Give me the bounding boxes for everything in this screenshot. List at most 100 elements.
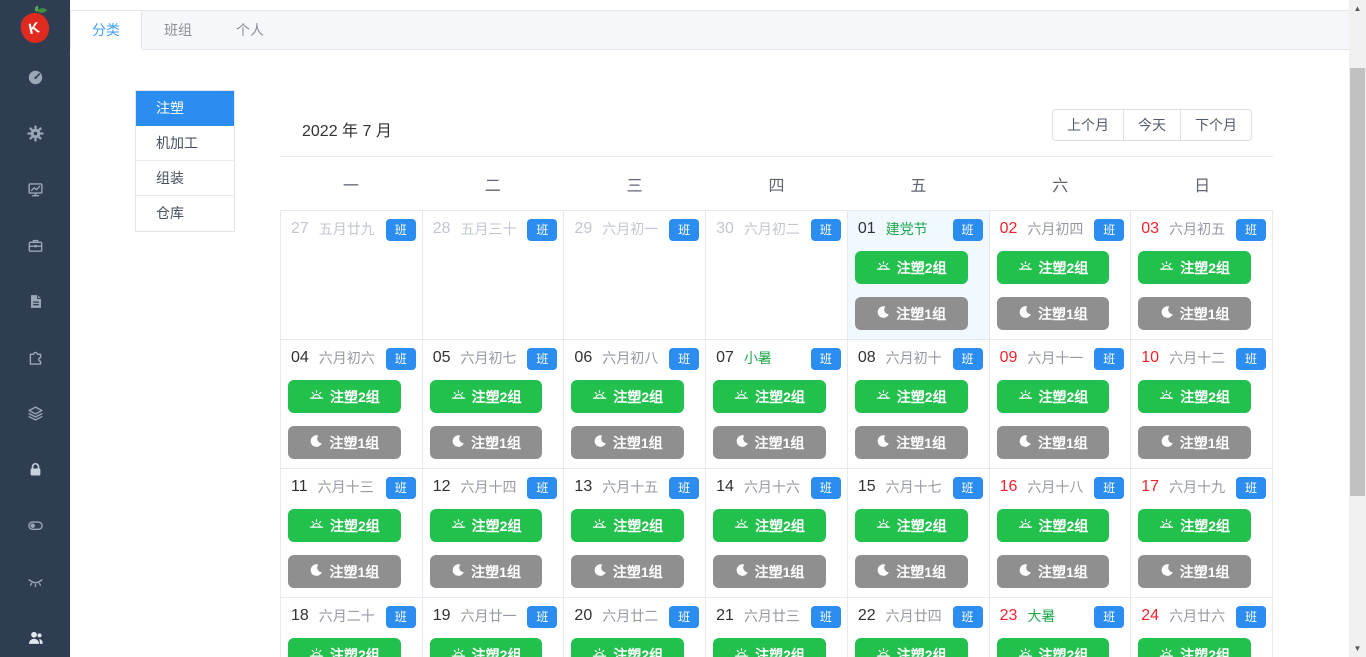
scrollbar[interactable]: ▲ ▼ (1349, 0, 1366, 657)
day-shift-button[interactable]: 注塑2组 (996, 251, 1110, 284)
shift-status-badge[interactable]: 班 (952, 606, 983, 628)
category-item-2[interactable]: 组装 (136, 161, 234, 196)
day-shift-button[interactable]: 注塑2组 (854, 509, 968, 542)
sidebar-item-briefcase[interactable] (0, 220, 70, 276)
sidebar-item-document[interactable] (0, 276, 70, 332)
day-cell-14[interactable]: 14 六月十六班注塑2组 注塑1组 (706, 469, 848, 598)
day-cell-01[interactable]: 01 建党节 班注塑2组 注塑1组 (847, 211, 990, 340)
day-shift-button[interactable]: 注塑2组 (713, 638, 826, 657)
day-shift-button[interactable]: 注塑2组 (713, 380, 826, 413)
night-shift-button[interactable]: 注塑1组 (996, 297, 1110, 330)
category-item-3[interactable]: 仓库 (136, 196, 234, 231)
sidebar-item-lock[interactable] (0, 444, 70, 500)
scrollbar-thumb[interactable] (1350, 68, 1365, 496)
shift-status-badge[interactable]: 班 (385, 606, 416, 628)
shift-status-badge[interactable]: 班 (527, 219, 558, 241)
night-shift-button[interactable]: 注塑1组 (1138, 297, 1251, 330)
day-cell-17[interactable]: 17 六月十九班注塑2组 注塑1组 (1131, 469, 1273, 598)
day-shift-button[interactable]: 注塑2组 (1138, 251, 1251, 284)
night-shift-button[interactable]: 注塑1组 (288, 426, 401, 459)
sidebar-item-eye-closed[interactable] (0, 556, 70, 612)
day-shift-button[interactable]: 注塑2组 (854, 638, 968, 657)
sidebar-item-layers[interactable] (0, 388, 70, 444)
day-cell-23[interactable]: 23大暑班注塑2组注塑1组 (989, 598, 1132, 657)
day-cell-13[interactable]: 13 六月十五班注塑2组 注塑1组 (564, 469, 707, 598)
day-shift-button[interactable]: 注塑2组 (429, 509, 543, 542)
next-month-button[interactable]: 下个月 (1180, 109, 1252, 141)
day-cell-10[interactable]: 10 六月十二班注塑2组 注塑1组 (1131, 340, 1273, 469)
shift-status-badge[interactable]: 班 (952, 219, 983, 241)
day-cell-07[interactable]: 07 小暑 班注塑2组 注塑1组 (706, 340, 848, 469)
shift-status-badge[interactable]: 班 (385, 348, 416, 370)
day-shift-button[interactable]: 注塑2组 (288, 509, 401, 542)
day-shift-button[interactable]: 注塑2组 (571, 638, 685, 657)
shift-status-badge[interactable]: 班 (1235, 606, 1266, 628)
shift-status-badge[interactable]: 班 (810, 348, 841, 370)
shift-status-badge[interactable]: 班 (1094, 348, 1125, 370)
shift-status-badge[interactable]: 班 (527, 606, 558, 628)
category-item-1[interactable]: 机加工 (136, 126, 234, 161)
shift-status-badge[interactable]: 班 (1094, 477, 1125, 499)
shift-status-badge[interactable]: 班 (1235, 477, 1266, 499)
day-cell-11[interactable]: 11 六月十三班注塑2组 注塑1组 (281, 469, 423, 598)
night-shift-button[interactable]: 注塑1组 (571, 426, 685, 459)
night-shift-button[interactable]: 注塑1组 (854, 426, 968, 459)
day-shift-button[interactable]: 注塑2组 (996, 380, 1110, 413)
day-shift-button[interactable]: 注塑2组 (1138, 509, 1251, 542)
day-shift-button[interactable]: 注塑2组 (288, 380, 401, 413)
day-cell-27[interactable]: 27 五月廿九班 (281, 211, 423, 340)
shift-status-badge[interactable]: 班 (385, 219, 416, 241)
shift-status-badge[interactable]: 班 (385, 477, 416, 499)
night-shift-button[interactable]: 注塑1组 (996, 426, 1110, 459)
night-shift-button[interactable]: 注塑1组 (429, 426, 543, 459)
shift-status-badge[interactable]: 班 (669, 219, 700, 241)
shift-status-badge[interactable]: 班 (669, 477, 700, 499)
day-cell-12[interactable]: 12 六月十四班注塑2组 注塑1组 (422, 469, 565, 598)
shift-status-badge[interactable]: 班 (527, 477, 558, 499)
night-shift-button[interactable]: 注塑1组 (288, 555, 401, 588)
day-cell-02[interactable]: 02 六月初四班注塑2组 注塑1组 (989, 211, 1132, 340)
app-logo[interactable]: K (13, 4, 57, 48)
day-cell-24[interactable]: 24六月廿六班注塑2组注塑1组 (1131, 598, 1273, 657)
day-shift-button[interactable]: 注塑2组 (996, 638, 1110, 657)
day-cell-19[interactable]: 19六月廿一班注塑2组注塑1组 (422, 598, 565, 657)
day-cell-04[interactable]: 04 六月初六班注塑2组 注塑1组 (281, 340, 423, 469)
tab-classification[interactable]: 分类 (70, 11, 142, 49)
day-cell-22[interactable]: 22六月廿四班注塑2组注塑1组 (847, 598, 990, 657)
scrollbar-down-arrow[interactable]: ▼ (1349, 640, 1366, 657)
day-shift-button[interactable]: 注塑2组 (571, 380, 685, 413)
shift-status-badge[interactable]: 班 (669, 606, 700, 628)
day-cell-29[interactable]: 29 六月初一班 (564, 211, 707, 340)
day-cell-30[interactable]: 30 六月初二班 (706, 211, 848, 340)
shift-status-badge[interactable]: 班 (952, 477, 983, 499)
day-cell-15[interactable]: 15 六月十七班注塑2组 注塑1组 (847, 469, 990, 598)
day-cell-21[interactable]: 21六月廿三班注塑2组注塑1组 (706, 598, 848, 657)
night-shift-button[interactable]: 注塑1组 (571, 555, 685, 588)
shift-status-badge[interactable]: 班 (1094, 219, 1125, 241)
night-shift-button[interactable]: 注塑1组 (429, 555, 543, 588)
day-cell-28[interactable]: 28 五月三十班 (422, 211, 565, 340)
shift-status-badge[interactable]: 班 (810, 219, 841, 241)
day-cell-08[interactable]: 08 六月初十班注塑2组 注塑1组 (847, 340, 990, 469)
shift-status-badge[interactable]: 班 (1094, 606, 1125, 628)
day-shift-button[interactable]: 注塑2组 (713, 509, 826, 542)
day-shift-button[interactable]: 注塑2组 (996, 509, 1110, 542)
scrollbar-up-arrow[interactable]: ▲ (1349, 0, 1366, 17)
night-shift-button[interactable]: 注塑1组 (854, 297, 968, 330)
shift-status-badge[interactable]: 班 (952, 348, 983, 370)
category-item-0[interactable]: 注塑 (136, 91, 234, 126)
day-shift-button[interactable]: 注塑2组 (429, 380, 543, 413)
day-cell-09[interactable]: 09 六月十一班注塑2组 注塑1组 (989, 340, 1132, 469)
sidebar-item-toggle[interactable] (0, 500, 70, 556)
sidebar-item-monitor-chart[interactable] (0, 164, 70, 220)
night-shift-button[interactable]: 注塑1组 (1138, 555, 1251, 588)
sidebar-item-settings[interactable] (0, 108, 70, 164)
day-cell-03[interactable]: 03 六月初五班注塑2组 注塑1组 (1131, 211, 1273, 340)
day-cell-16[interactable]: 16 六月十八班注塑2组 注塑1组 (989, 469, 1132, 598)
night-shift-button[interactable]: 注塑1组 (1138, 426, 1251, 459)
sidebar-item-users[interactable] (0, 612, 70, 657)
today-button[interactable]: 今天 (1123, 109, 1181, 141)
day-cell-20[interactable]: 20六月廿二班注塑2组注塑1组 (564, 598, 707, 657)
day-cell-06[interactable]: 06 六月初八班注塑2组 注塑1组 (564, 340, 707, 469)
day-shift-button[interactable]: 注塑2组 (1138, 380, 1251, 413)
